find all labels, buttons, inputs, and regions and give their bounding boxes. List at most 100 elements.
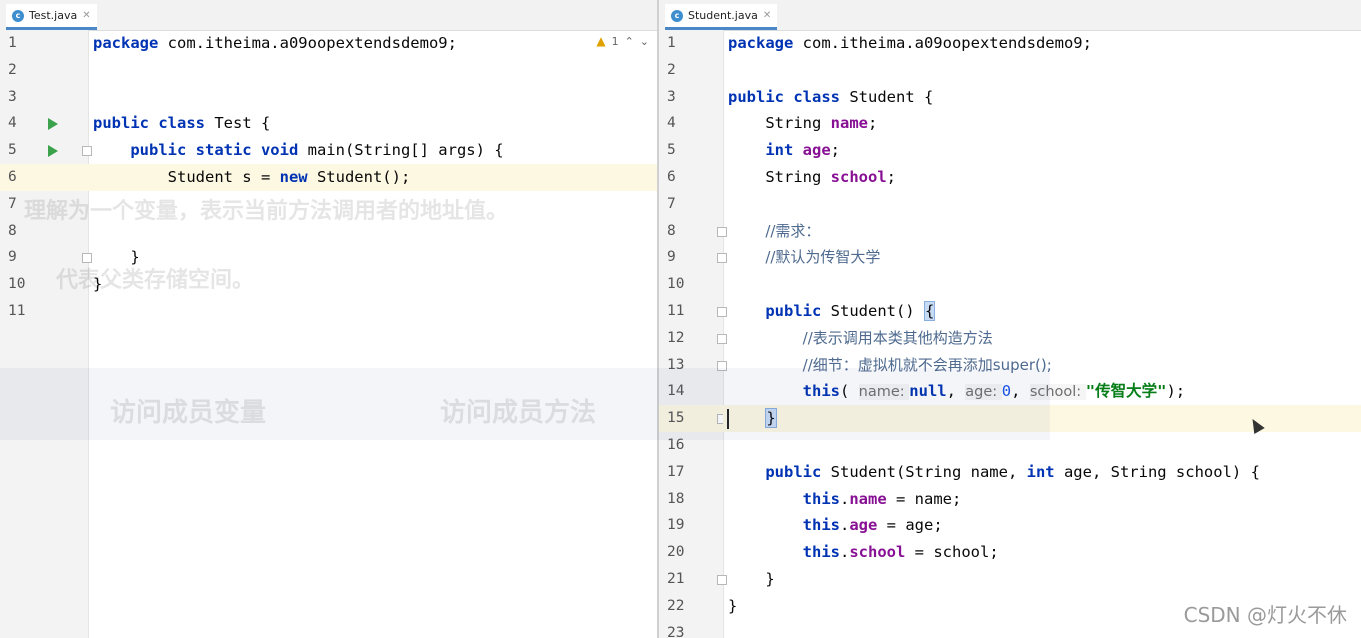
code-line[interactable]: this.name = name; (728, 486, 962, 513)
code-line[interactable]: package com.itheima.a09oopextendsdemo9; (728, 30, 1092, 57)
code-token: public class (93, 114, 215, 133)
code-token: public class (728, 87, 850, 106)
code-line[interactable]: this.age = age; (728, 512, 943, 539)
right-tab-bar: c Student.java ✕ (659, 0, 1361, 31)
line-number: 12 (667, 329, 685, 346)
line-number: 11 (667, 303, 685, 319)
code-line[interactable]: public Student(String name, int age, Str… (728, 459, 1260, 486)
line-number: 11 (8, 303, 26, 319)
line-number: 9 (8, 249, 17, 266)
code-line[interactable]: public Student() { (728, 298, 936, 325)
code-token: = school; (905, 543, 999, 562)
code-token: { (923, 301, 936, 321)
code-token: school (830, 168, 887, 186)
code-token: age (802, 141, 831, 160)
code-editor[interactable]: package com.itheima.a09oopextendsdemo9; p… (723, 30, 1361, 638)
code-token: String (728, 168, 831, 186)
ghost-text: 代表父类存储空间。 (56, 268, 255, 293)
code-line[interactable]: String school; (728, 164, 896, 191)
code-line[interactable]: } (728, 593, 737, 620)
code-token: Student() (830, 302, 924, 320)
ghost-text: 理解为一个变量，表示当前方法调用者的地址值。 (24, 199, 509, 224)
close-icon[interactable]: ✕ (82, 10, 90, 21)
code-token: = name; (886, 489, 962, 508)
code-token: this (802, 489, 840, 508)
code-token: age, String school) { (1063, 462, 1260, 481)
code-token: int (1026, 462, 1064, 481)
code-line[interactable]: this.school = school; (728, 539, 999, 566)
code-token: this (802, 543, 840, 562)
code-token: new (279, 168, 317, 186)
tab-student-java[interactable]: c Student.java ✕ (665, 4, 778, 30)
line-number: 2 (8, 61, 17, 78)
code-line[interactable]: public class Student { (728, 84, 933, 111)
line-number: 2 (667, 61, 676, 78)
code-line[interactable]: //需求： (728, 218, 820, 245)
run-icon[interactable] (48, 145, 58, 158)
code-line[interactable]: Student s = new Student(); (93, 164, 411, 191)
line-number: 4 (8, 115, 17, 132)
code-token: ; (830, 141, 840, 160)
code-line[interactable]: } (728, 566, 775, 593)
line-number: 17 (667, 463, 685, 480)
code-token: String (728, 114, 831, 133)
line-number: 20 (667, 544, 685, 561)
tab-test-java[interactable]: c Test.java ✕ (6, 4, 97, 30)
code-line[interactable]: public static void main(String[] args) { (93, 137, 503, 164)
code-token: . (839, 516, 850, 535)
line-number: 8 (667, 222, 676, 239)
code-token: Student(String name, (830, 462, 1027, 481)
code-line[interactable]: package com.itheima.a09oopextendsdemo9; (93, 30, 457, 57)
code-line[interactable]: //表示调用本类其他构造方法 (728, 325, 993, 352)
code-token: //表示调用本类其他构造方法 (802, 328, 993, 347)
code-token: "传智大学" (1085, 382, 1167, 401)
code-token: Student s = (93, 168, 280, 186)
line-number-gutter: 1 2 3 4 5 6 7 8 9 10 11 12 13 14 15 16 17 18 19 20 21 22 23 (659, 30, 727, 638)
code-token: . (839, 543, 850, 562)
code-token: int (765, 141, 803, 160)
line-number: 22 (667, 597, 685, 614)
code-token: public (765, 462, 831, 481)
close-icon[interactable]: ✕ (763, 10, 771, 21)
line-number: 6 (667, 169, 676, 185)
line-number: 7 (667, 195, 676, 212)
line-number: 5 (667, 142, 676, 159)
code-token: ; (886, 168, 896, 186)
line-number: 18 (667, 490, 685, 507)
code-token: name (849, 489, 887, 508)
code-token: . (839, 489, 850, 508)
run-icon[interactable] (48, 118, 58, 131)
code-line[interactable]: String name; (728, 110, 877, 137)
code-token: com.itheima.a09oopextendsdemo9; (167, 34, 457, 52)
line-number: 10 (8, 276, 26, 293)
line-number-gutter: 1 2 3 4 5 6 7 8 9 10 11 (0, 30, 92, 638)
code-token: this (802, 516, 840, 535)
code-token: } (728, 570, 775, 588)
code-token: com.itheima.a09oopextendsdemo9; (802, 34, 1092, 52)
left-editor-pane: c Test.java ✕ ▲ 1 ⌃ ⌄ 1 2 3 4 5 6 7 8 9 10 11 pack… (0, 0, 657, 638)
code-line[interactable]: int age; (728, 137, 840, 164)
java-class-icon: c (671, 9, 683, 22)
tab-label: Test.java (29, 9, 78, 22)
tab-label: Student.java (688, 9, 758, 22)
code-token: public (765, 302, 831, 320)
code-line[interactable]: //默认为传智大学 (728, 244, 880, 271)
code-line[interactable]: public class Test { (93, 110, 270, 137)
java-class-icon: c (12, 9, 24, 22)
code-editor[interactable]: package com.itheima.a09oopextendsdemo9; p… (88, 30, 657, 638)
code-token: //需求： (765, 221, 821, 240)
line-number: 10 (667, 276, 685, 293)
line-number: 5 (8, 142, 17, 159)
code-token: name (830, 114, 868, 133)
line-number: 3 (667, 88, 676, 105)
code-token: Student { (849, 87, 934, 106)
code-token: school (849, 543, 906, 562)
